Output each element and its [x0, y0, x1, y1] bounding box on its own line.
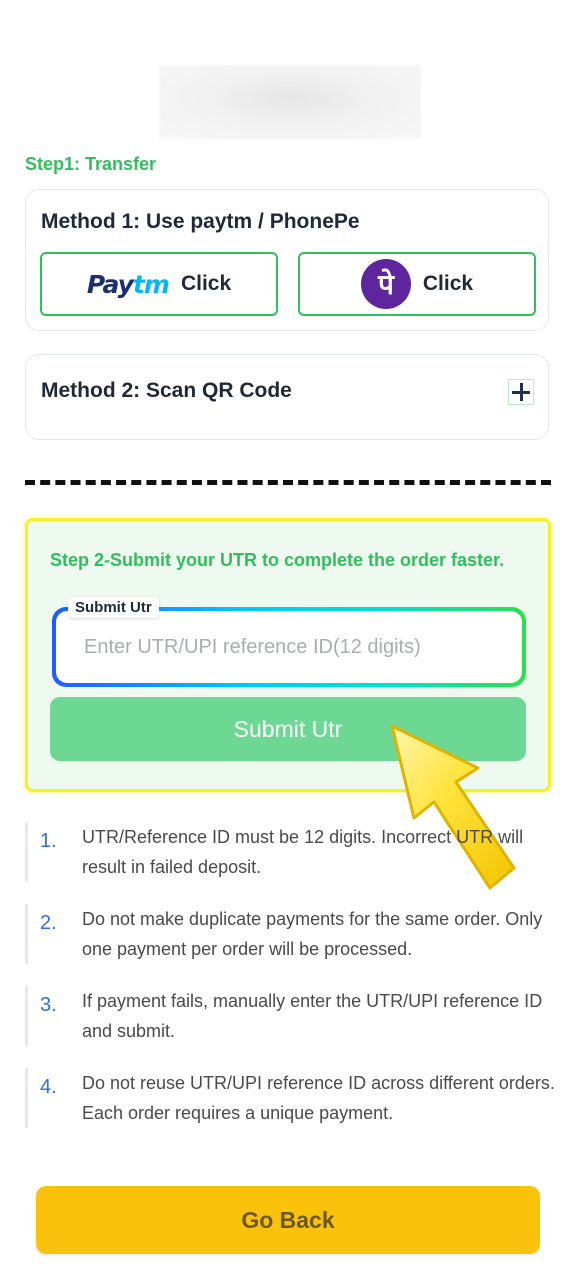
step2-title: Step 2-Submit your UTR to complete the o…	[50, 550, 505, 570]
method1-title: Method 1: Use paytm / PhonePe	[41, 210, 360, 233]
method2-card[interactable]: Method 2: Scan QR Code	[25, 354, 549, 440]
note-number: 4.	[40, 1076, 57, 1098]
blurred-banner-image	[159, 65, 421, 139]
paytm-click-button[interactable]: Paytm Click	[40, 252, 278, 316]
note-item: 2. Do not make duplicate payments for th…	[25, 904, 555, 964]
note-number: 3.	[40, 994, 57, 1016]
method1-card: Method 1: Use paytm / PhonePe Paytm Clic…	[25, 189, 549, 331]
note-number: 2.	[40, 912, 57, 934]
note-item: 1. UTR/Reference ID must be 12 digits. I…	[25, 822, 555, 882]
utr-input[interactable]	[56, 611, 522, 683]
utr-input-border	[52, 607, 526, 687]
paytm-click-label: Click	[180, 272, 232, 295]
note-item: 3. If payment fails, manually enter the …	[25, 986, 555, 1046]
phonepe-logo-icon: पे	[360, 259, 411, 309]
note-text: UTR/Reference ID must be 12 digits. Inco…	[82, 827, 524, 877]
step1-title: Step1: Transfer	[25, 154, 157, 174]
go-back-button[interactable]: Go Back	[36, 1186, 540, 1254]
plus-icon[interactable]	[508, 379, 534, 405]
phonepe-click-label: Click	[422, 272, 474, 295]
note-text: Do not make duplicate payments for the s…	[82, 909, 543, 959]
paytm-logo-icon: Paytm	[86, 269, 170, 299]
note-item: 4. Do not reuse UTR/UPI reference ID acr…	[25, 1068, 555, 1128]
utr-input-label: Submit Utr	[68, 597, 159, 618]
dashed-divider	[25, 480, 551, 485]
note-text: If payment fails, manually enter the UTR…	[82, 991, 543, 1041]
note-text: Do not reuse UTR/UPI reference ID across…	[82, 1073, 555, 1123]
phonepe-click-button[interactable]: पे Click	[298, 252, 536, 316]
notes-list: 1. UTR/Reference ID must be 12 digits. I…	[25, 822, 555, 1150]
method2-title: Method 2: Scan QR Code	[41, 379, 292, 402]
note-number: 1.	[40, 830, 57, 852]
